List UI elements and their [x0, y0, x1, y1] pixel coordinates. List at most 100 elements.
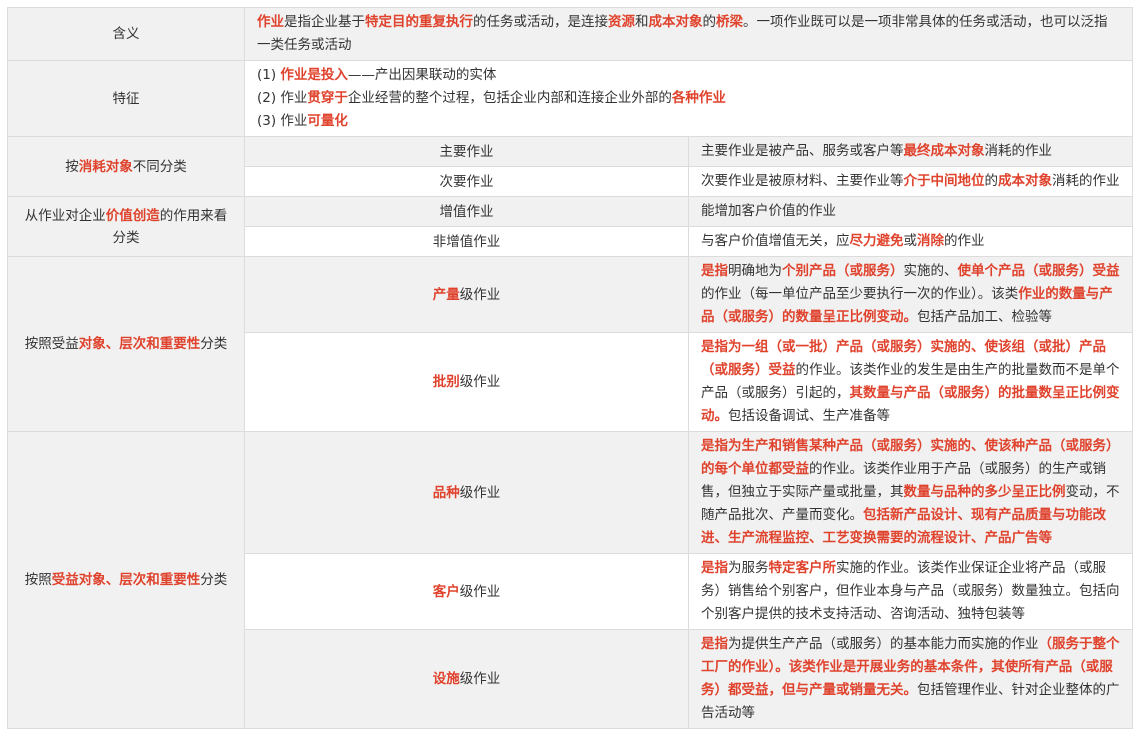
description-segment: 可量化 [307, 113, 348, 129]
description-segment: 特定目的重复执行 [365, 14, 473, 30]
subcategory-label-segment: 次要作业 [440, 174, 494, 190]
description-segment: (1) [257, 67, 280, 83]
subcategory-label-segment: 主要作业 [440, 144, 494, 160]
subcategory-cell: 非增值作业 [245, 227, 689, 257]
description-cell: 是指为提供生产产品（或服务）的基本能力而实施的作业（服务于整个工厂的作业）。该类… [689, 630, 1133, 729]
description-segment: 的 [985, 173, 999, 189]
description-line: 是指为服务特定客户所实施的作业。该类作业保证企业将产品（或服务）销售给个别客户，… [701, 560, 1120, 622]
subcategory-label-segment: 级作业 [460, 671, 501, 687]
category-label-segment: 特征 [113, 91, 140, 107]
category-label-cell: 从作业对企业价值创造的作用来看分类 [8, 197, 245, 257]
description-segment: 桥梁 [716, 14, 743, 30]
description-segment: 次要作业是被原材料、主要作业等 [701, 173, 904, 189]
category-label-cell: 按消耗对象不同分类 [8, 137, 245, 197]
description-segment: 各种作业 [672, 90, 726, 106]
classification-table: 含义 作业是指企业基于特定目的重复执行的任务或活动，是连接资源和成本对象的桥梁。一… [7, 7, 1133, 729]
subcategory-label-segment: 设施 [433, 671, 460, 687]
category-label-segment: 分类 [200, 572, 227, 588]
description-line: 与客户价值增值无关，应尽力避免或消除的作业 [701, 233, 985, 249]
description-segment: 成本对象 [649, 14, 703, 30]
description-segment: 成本对象 [998, 173, 1052, 189]
category-label-cell: 特征 [8, 61, 245, 137]
description-segment: 消耗的作业 [1052, 173, 1120, 189]
table-row: 含义 作业是指企业基于特定目的重复执行的任务或活动，是连接资源和成本对象的桥梁。一… [8, 8, 1133, 61]
description-segment: 消除 [917, 233, 944, 249]
category-label-segment: 含义 [113, 26, 140, 42]
description-segment: 是指 [701, 560, 728, 576]
description-cell: 是指为一组（或一批）产品（或服务）实施的、使该组（或批）产品（或服务）受益的作业… [689, 333, 1133, 432]
subcategory-cell: 增值作业 [245, 197, 689, 227]
description-segment: 特定客户所 [769, 560, 837, 576]
table-row: 按照受益对象、层次和重要性分类产量级作业是指明确地为个别产品（或服务）实施的、使… [8, 257, 1133, 333]
description-line: 是指为一组（或一批）产品（或服务）实施的、使该组（或批）产品（或服务）受益的作业… [701, 339, 1120, 424]
description-line: (2) 作业贯穿于企业经营的整个过程，包括企业内部和连接企业外部的各种作业 [257, 87, 1120, 110]
description-line: 作业是指企业基于特定目的重复执行的任务或活动，是连接资源和成本对象的桥梁。一项作… [257, 14, 1108, 53]
table-row: 从作业对企业价值创造的作用来看分类增值作业能增加客户价值的作业 [8, 197, 1133, 227]
description-segment: 企业经营的整个过程，包括企业内部和连接企业外部的 [348, 90, 672, 106]
description-segment: 尽力避免 [850, 233, 904, 249]
page: 含义 作业是指企业基于特定目的重复执行的任务或活动，是连接资源和成本对象的桥梁。一… [0, 0, 1140, 729]
description-line: (1) 作业是投入——产出因果联动的实体 [257, 64, 1120, 87]
subcategory-label-segment: 级作业 [460, 374, 501, 390]
description-segment: (3) 作业 [257, 113, 307, 129]
description-segment: ——产出因果联动的实体 [348, 67, 497, 83]
table-body: 含义 作业是指企业基于特定目的重复执行的任务或活动，是连接资源和成本对象的桥梁。一… [8, 8, 1133, 729]
category-label-segment: 按照 [25, 572, 52, 588]
category-label-segment: 分类 [200, 336, 227, 352]
category-label-segment: 按照受益 [25, 336, 79, 352]
description-segment: 数量与品种的多少呈正比例 [904, 484, 1066, 500]
description-segment: 实施的、 [904, 263, 958, 279]
category-label-segment: 消耗对象 [79, 159, 133, 175]
category-label-segment: 对象、层次和重要性 [79, 336, 201, 352]
category-label-cell: 含义 [8, 8, 245, 61]
category-label-segment: 价值创造 [106, 208, 160, 224]
description-line: 次要作业是被原材料、主要作业等介于中间地位的成本对象消耗的作业 [701, 173, 1120, 189]
description-segment: 介于中间地位 [904, 173, 985, 189]
subcategory-label-segment: 客户 [433, 584, 460, 600]
description-line: 是指明确地为个别产品（或服务）实施的、使单个产品（或服务）受益的作业（每一单位产… [701, 263, 1120, 325]
description-line: 是指为生产和销售某种产品（或服务）实施的、使该种产品（或服务）的每个单位都受益的… [701, 438, 1120, 546]
description-cell: 次要作业是被原材料、主要作业等介于中间地位的成本对象消耗的作业 [689, 167, 1133, 197]
table-row: 特征(1) 作业是投入——产出因果联动的实体(2) 作业贯穿于企业经营的整个过程… [8, 61, 1133, 137]
description-segment: 与客户价值增值无关，应 [701, 233, 850, 249]
description-segment: 资源 [608, 14, 635, 30]
subcategory-label-segment: 产量 [433, 287, 460, 303]
description-cell: (1) 作业是投入——产出因果联动的实体(2) 作业贯穿于企业经营的整个过程，包… [245, 61, 1133, 137]
category-label-segment: 不同分类 [133, 159, 187, 175]
subcategory-label-segment: 级作业 [460, 287, 501, 303]
description-segment: 使单个产品（或服务）受益 [958, 263, 1120, 279]
description-segment: 明确地为 [728, 263, 782, 279]
description-segment: 贯穿于 [307, 90, 348, 106]
subcategory-cell: 设施级作业 [245, 630, 689, 729]
description-cell: 主要作业是被产品、服务或客户等最终成本对象消耗的作业 [689, 137, 1133, 167]
description-segment: 能增加客户价值的作业 [701, 203, 836, 219]
description-segment: 是指企业基于 [284, 14, 365, 30]
description-line: 能增加客户价值的作业 [701, 203, 836, 219]
description-segment: 作业是投入 [280, 67, 348, 83]
description-segment: 包括产品加工、检验等 [917, 309, 1052, 325]
description-segment: 最终成本对象 [904, 143, 985, 159]
subcategory-cell: 批别级作业 [245, 333, 689, 432]
description-segment: 或 [904, 233, 918, 249]
table-row: 按照受益对象、层次和重要性分类品种级作业是指为生产和销售某种产品（或服务）实施的… [8, 432, 1133, 554]
description-line: 主要作业是被产品、服务或客户等最终成本对象消耗的作业 [701, 143, 1052, 159]
description-cell: 是指为生产和销售某种产品（或服务）实施的、使该种产品（或服务）的每个单位都受益的… [689, 432, 1133, 554]
subcategory-cell: 产量级作业 [245, 257, 689, 333]
description-line: 是指为提供生产产品（或服务）的基本能力而实施的作业（服务于整个工厂的作业）。该类… [701, 636, 1120, 721]
category-label-segment: 按 [65, 159, 79, 175]
description-cell: 是指明确地为个别产品（或服务）实施的、使单个产品（或服务）受益的作业（每一单位产… [689, 257, 1133, 333]
description-cell: 作业是指企业基于特定目的重复执行的任务或活动，是连接资源和成本对象的桥梁。一项作… [245, 8, 1133, 61]
description-segment: 的任务或活动，是连接 [473, 14, 608, 30]
subcategory-cell: 次要作业 [245, 167, 689, 197]
category-label-cell: 按照受益对象、层次和重要性分类 [8, 432, 245, 729]
description-segment: 的作业 [944, 233, 985, 249]
subcategory-label-segment: 级作业 [460, 584, 501, 600]
subcategory-cell: 品种级作业 [245, 432, 689, 554]
subcategory-label-segment: 品种 [433, 485, 460, 501]
description-segment: 是指 [701, 636, 728, 652]
description-segment: 的作业（每一单位产品至少要执行一次的作业）。该类 [701, 286, 1018, 302]
description-cell: 是指为服务特定客户所实施的作业。该类作业保证企业将产品（或服务）销售给个别客户，… [689, 554, 1133, 630]
category-label-cell: 按照受益对象、层次和重要性分类 [8, 257, 245, 432]
description-cell: 能增加客户价值的作业 [689, 197, 1133, 227]
description-segment: 个别产品（或服务） [782, 263, 904, 279]
